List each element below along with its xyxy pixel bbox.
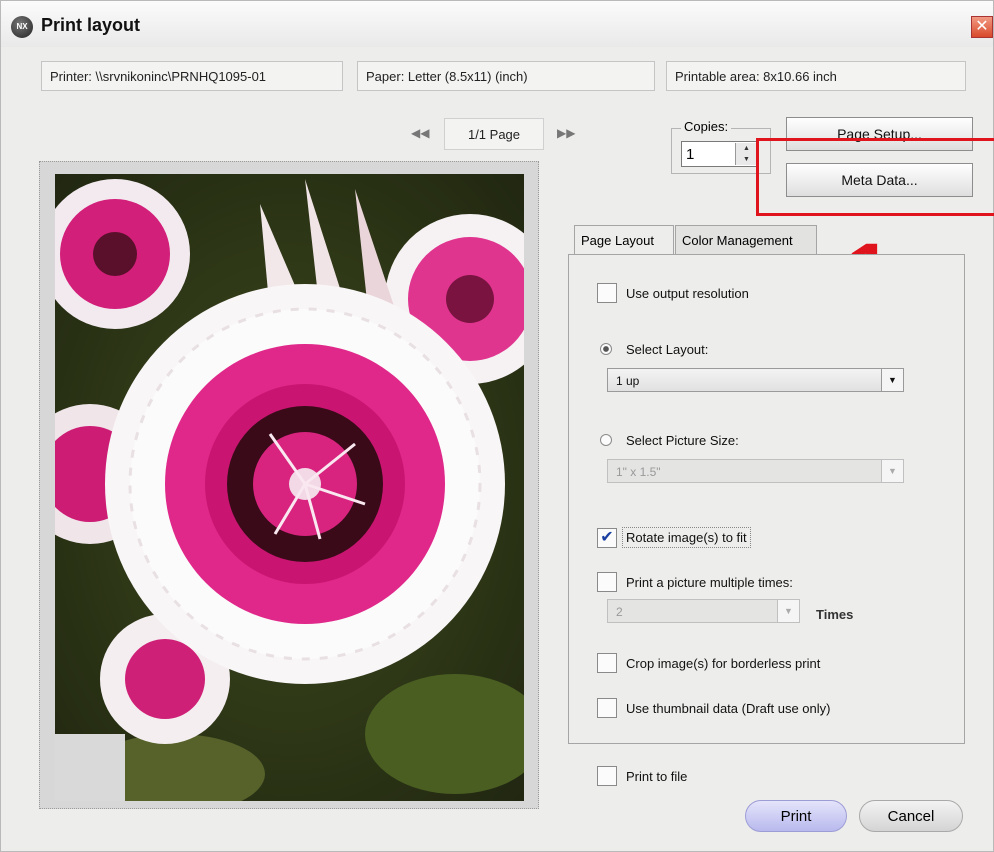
title-bar[interactable]: NX Print layout ✕ bbox=[1, 1, 993, 47]
printer-info: Printer: \\srvnikoninc\PRNHQ1095-01 bbox=[41, 61, 343, 91]
printable-area-info: Printable area: 8x10.66 inch bbox=[666, 61, 966, 91]
print-multiple-checkbox[interactable] bbox=[597, 572, 617, 592]
multiple-count-select[interactable]: 2 ▼ bbox=[607, 599, 800, 623]
thumbnail-data-checkbox[interactable] bbox=[597, 698, 617, 718]
copies-spinner[interactable]: ▲ ▼ bbox=[735, 143, 757, 165]
next-page-icon[interactable]: ▶▶ bbox=[557, 126, 575, 140]
tab-page-layout[interactable]: Page Layout bbox=[574, 225, 674, 255]
print-to-file-label: Print to file bbox=[626, 769, 688, 784]
annotation-highlight-box bbox=[756, 138, 994, 216]
picture-size-select[interactable]: 1" x 1.5" ▼ bbox=[607, 459, 904, 483]
flower-photo bbox=[55, 174, 524, 801]
thumbnail-data-label: Use thumbnail data (Draft use only) bbox=[626, 701, 831, 716]
window-title: Print layout bbox=[41, 15, 141, 35]
previous-page-icon[interactable]: ◀◀ bbox=[411, 126, 429, 140]
crop-borderless-label: Crop image(s) for borderless print bbox=[626, 656, 821, 671]
print-multiple-label: Print a picture multiple times: bbox=[626, 575, 793, 590]
print-layout-dialog: NX Print layout ✕ Printer: \\srvnikoninc… bbox=[0, 0, 994, 852]
cancel-button[interactable]: Cancel bbox=[859, 800, 963, 832]
rotate-images-label: Rotate image(s) to fit bbox=[622, 527, 751, 548]
page-indicator: 1/1 Page bbox=[444, 118, 544, 150]
rotate-images-checkbox[interactable]: ✔ bbox=[597, 528, 617, 548]
times-label: Times bbox=[816, 607, 854, 622]
use-output-resolution-checkbox[interactable] bbox=[597, 283, 617, 303]
select-layout-label: Select Layout: bbox=[626, 342, 709, 357]
print-button[interactable]: Print bbox=[745, 800, 847, 832]
chevron-down-icon[interactable]: ▼ bbox=[881, 369, 903, 391]
use-output-resolution-label: Use output resolution bbox=[626, 286, 749, 301]
select-layout-radio[interactable] bbox=[600, 343, 612, 355]
chevron-down-icon[interactable]: ▼ bbox=[881, 460, 903, 482]
print-to-file-checkbox[interactable] bbox=[597, 766, 617, 786]
multiple-count-value: 2 bbox=[616, 605, 623, 619]
layout-select-value: 1 up bbox=[616, 374, 640, 388]
paper-info: Paper: Letter (8.5x11) (inch) bbox=[357, 61, 655, 91]
select-picture-size-radio[interactable] bbox=[600, 434, 612, 446]
tab-color-management[interactable]: Color Management bbox=[675, 225, 817, 255]
layout-select[interactable]: 1 up ▼ bbox=[607, 368, 904, 392]
crop-borderless-checkbox[interactable] bbox=[597, 653, 617, 673]
select-picture-size-label: Select Picture Size: bbox=[626, 433, 739, 448]
copies-label: Copies: bbox=[681, 119, 732, 134]
app-logo-icon: NX bbox=[11, 16, 33, 38]
picture-size-select-value: 1" x 1.5" bbox=[616, 465, 661, 479]
print-preview-image bbox=[55, 174, 524, 801]
chevron-down-icon[interactable]: ▼ bbox=[777, 600, 799, 622]
close-icon[interactable]: ✕ bbox=[971, 16, 993, 38]
